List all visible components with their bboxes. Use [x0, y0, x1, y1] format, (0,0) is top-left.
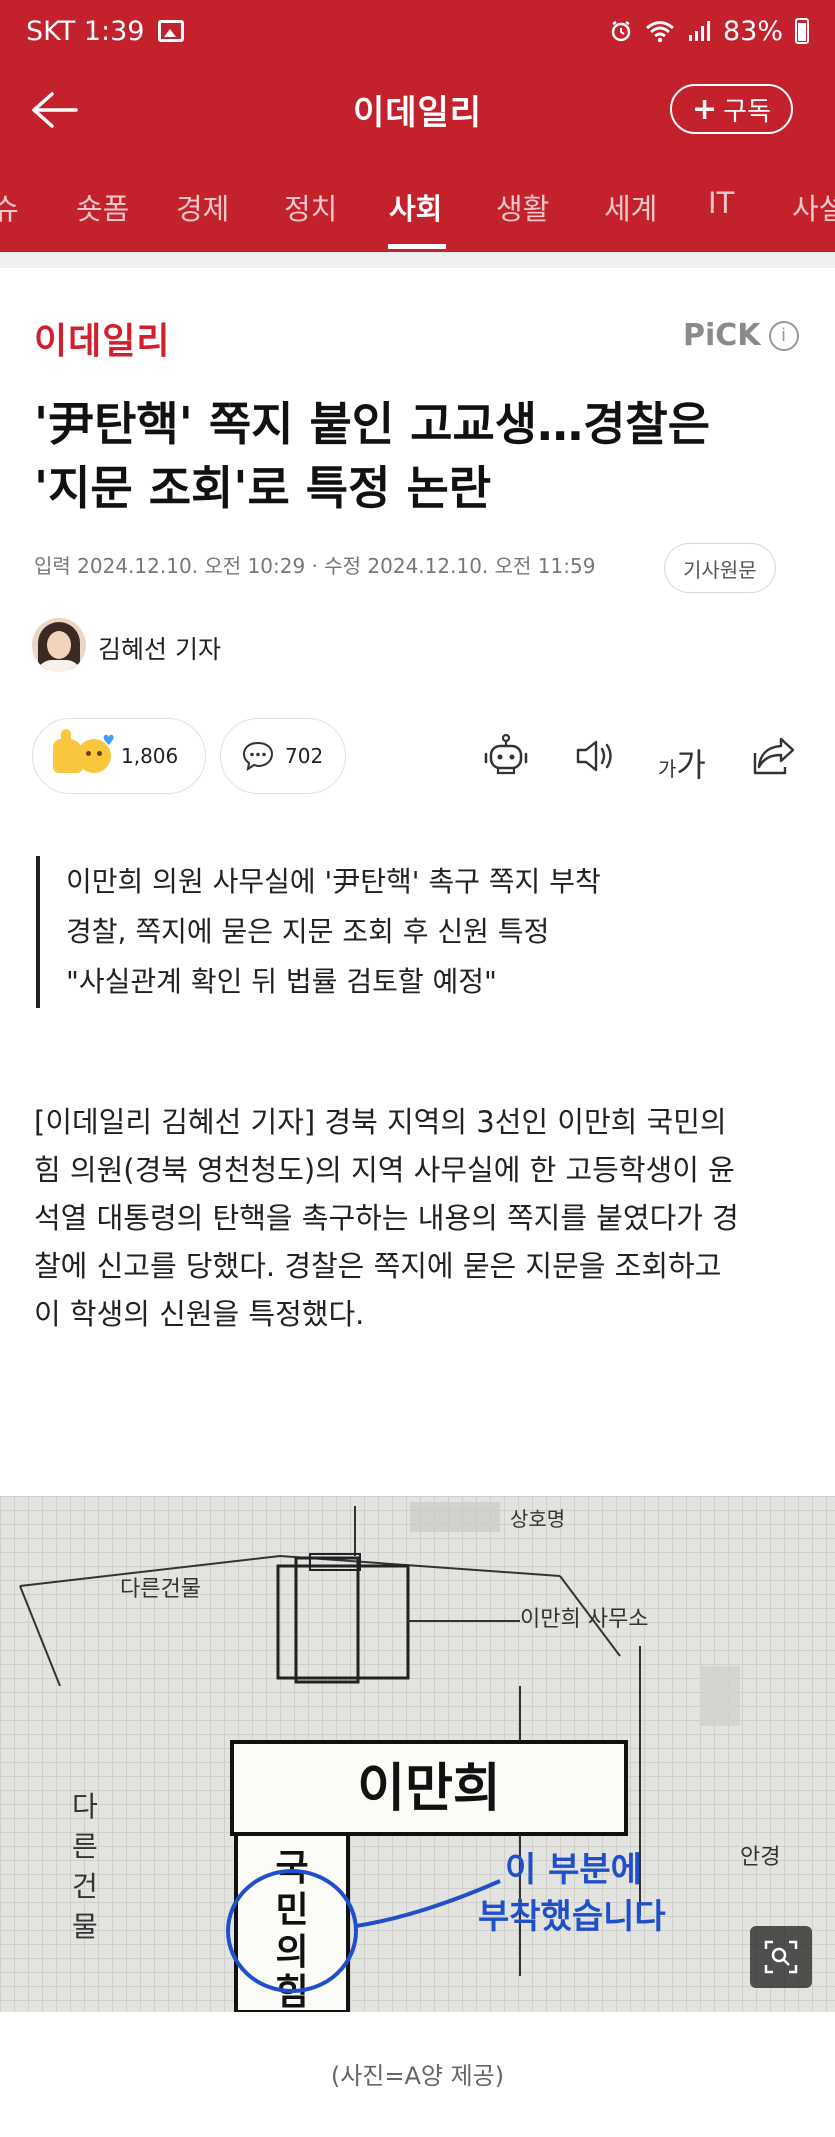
body-line: 석열 대통령의 탄핵을 촉구하는 내용의 쪽지를 붙였다가 경	[34, 1201, 739, 1235]
summary-bar	[36, 856, 40, 1008]
status-bar: SKT 1:39 83%	[0, 0, 835, 62]
speaker-icon	[576, 740, 612, 772]
tab-economy[interactable]: 경제	[176, 186, 229, 228]
sign-vertical-char: 국	[275, 1848, 308, 1889]
tab-editorial[interactable]: 사설	[792, 186, 835, 228]
active-tab-indicator	[388, 244, 446, 249]
wifi-icon	[646, 21, 674, 43]
sign-main: 이만희	[357, 1759, 501, 1819]
share-icon	[753, 737, 795, 775]
tab-politics[interactable]: 정치	[284, 186, 337, 228]
hand-drawn-map: 상호명 다른건물 이만희 사무소 이만희 국 민 의 힘 다 른 건 물 안경 …	[19, 1502, 780, 2012]
reaction-button[interactable]: ♥ 1,806	[32, 718, 206, 794]
pick-badge[interactable]: PiCK i	[683, 318, 799, 353]
robot-icon	[484, 733, 528, 775]
article-photo[interactable]: 상호명 다른건물 이만희 사무소 이만희 국 민 의 힘 다 른 건 물 안경 …	[0, 1496, 835, 2012]
original-article-button[interactable]: 기사원문	[664, 543, 776, 593]
body-line: 이 학생의 신원을 특정했다.	[34, 1297, 365, 1331]
photo-caption: (사진=A양 제공)	[330, 2062, 505, 2090]
annotation-line: 부착했습니다	[478, 1897, 666, 1937]
comment-count: 702	[285, 744, 324, 768]
brand-logo[interactable]: 이데일리	[34, 312, 170, 364]
label-side-char: 물	[72, 1910, 98, 1943]
app-header: 이데일리 + 구독	[0, 62, 835, 156]
comment-button[interactable]: 702	[220, 718, 346, 794]
ai-summary-button[interactable]	[480, 730, 532, 782]
zoom-icon	[764, 1940, 798, 1974]
carrier-time: SKT 1:39	[26, 15, 145, 47]
tab-news[interactable]: 슈	[0, 186, 19, 228]
summary-line: "사실관계 확인 뒤 법률 검토할 예정"	[66, 965, 497, 998]
label-office: 이만희 사무소	[520, 1607, 648, 1632]
tab-life[interactable]: 생활	[496, 186, 549, 228]
photo-zoom-button[interactable]	[750, 1926, 812, 1988]
sign-vertical-char: 의	[275, 1932, 308, 1973]
body-line: [이데일리 김혜선 기자] 경북 지역의 3선인 이만희 국민의	[34, 1105, 727, 1139]
font-size-small-label: 가	[658, 757, 677, 781]
summary-line: 경찰, 쪽지에 묻은 지문 조회 후 신원 특정	[66, 915, 550, 948]
smile-emoji-icon: ♥	[77, 733, 115, 773]
headline-line: '尹탄핵' 쪽지 붙인 고교생…경찰은	[34, 397, 711, 451]
listen-button[interactable]	[568, 730, 620, 782]
subscribe-label: 구독	[723, 96, 771, 127]
annotation-line: 이 부분에	[505, 1850, 642, 1890]
sign-vertical-char: 민	[275, 1890, 308, 1931]
font-size-button[interactable]: 가가	[658, 740, 706, 786]
battery-icon	[795, 18, 809, 44]
back-button[interactable]	[26, 82, 82, 138]
label-side-char: 른	[72, 1830, 98, 1863]
pick-label: PiCK	[683, 318, 761, 353]
tab-society[interactable]: 사회	[389, 186, 442, 228]
article-timestamps: 입력 2024.12.10. 오전 10:29 · 수정 2024.12.10.…	[34, 554, 596, 578]
reaction-count: 1,806	[121, 744, 179, 768]
plus-icon: +	[692, 91, 718, 127]
tab-shortform[interactable]: 숏폼	[76, 186, 129, 228]
label-side-char: 건	[72, 1870, 98, 1903]
header-title: 이데일리	[352, 92, 483, 133]
subscribe-button[interactable]: + 구독	[670, 84, 793, 134]
author-avatar[interactable]	[32, 618, 86, 672]
article-body: [이데일리 김혜선 기자] 경북 지역의 3선인 이만희 국민의 힘 의원(경북…	[34, 1098, 804, 1338]
battery-percent: 83%	[722, 15, 783, 47]
label-right: 안경	[740, 1845, 780, 1870]
label-side-char: 다	[72, 1790, 98, 1823]
signal-icon	[688, 21, 710, 41]
font-size-big-label: 가	[676, 746, 706, 784]
headline: '尹탄핵' 쪽지 붙인 고교생…경찰은 '지문 조회'로 특정 논란	[34, 392, 804, 520]
category-nav: 슈 숏폼 경제 정치 사회 생활 세계 IT 사설	[0, 156, 835, 252]
summary-line: 이만희 의원 사무실에 '尹탄핵' 촉구 쪽지 부착	[66, 865, 601, 898]
comment-icon	[242, 741, 274, 772]
label-store-name: 상호명	[510, 1507, 565, 1531]
tab-it[interactable]: IT	[708, 186, 734, 220]
gallery-notification-icon	[158, 20, 185, 42]
headline-line: '지문 조회'로 특정 논란	[34, 461, 492, 515]
body-line: 힘 의원(경북 영천청도)의 지역 사무실에 한 고등학생이 윤	[34, 1153, 735, 1187]
label-other-building: 다른건물	[120, 1577, 201, 1602]
body-line: 찰에 신고를 당했다. 경찰은 쪽지에 묻은 지문을 조회하고	[34, 1249, 722, 1283]
back-arrow-icon	[32, 92, 78, 128]
divider	[0, 252, 835, 268]
share-button[interactable]	[748, 730, 800, 782]
info-icon: i	[768, 320, 799, 351]
tab-world[interactable]: 세계	[604, 186, 657, 228]
alarm-icon	[611, 20, 631, 42]
author-name[interactable]: 김혜선 기자	[98, 630, 221, 666]
